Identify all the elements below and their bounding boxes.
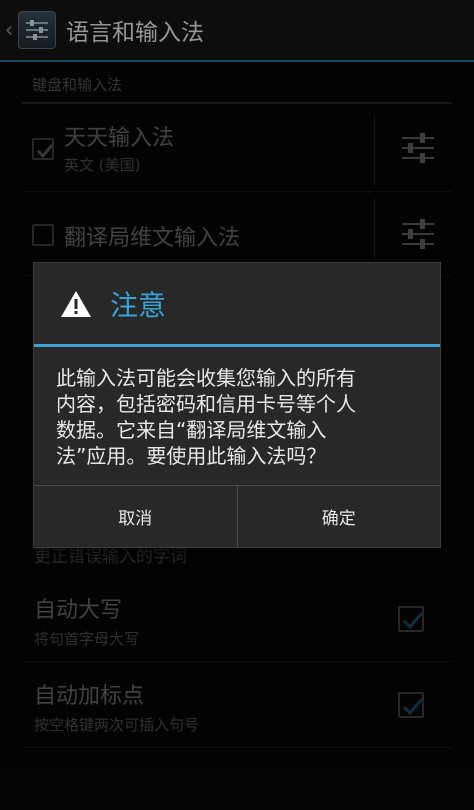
warning-dialog: 注意 此输入法可能会收集您输入的所有 内容，包括密码和信用卡号等个人 数据。它来… (33, 262, 441, 548)
message-line: 法”应用。要使用此输入法吗？ (56, 444, 327, 468)
dialog-title: 注意 (110, 288, 167, 322)
message-line: 数据。它来自“翻译局维文输入 (56, 418, 327, 442)
cancel-button[interactable]: 取消 (34, 486, 237, 547)
dialog-header: 注意 (34, 263, 440, 347)
dialog-buttons: 取消 确定 (34, 485, 440, 547)
ok-button[interactable]: 确定 (236, 486, 441, 547)
message-line: 此输入法可能会收集您输入的所有 (56, 366, 356, 390)
screen: ‹ 语言和输入法 键盘和输入法 天天输入法 英文 (美国) 翻译局维文输入法 更… (0, 0, 474, 810)
dialog-message: 此输入法可能会收集您输入的所有 内容，包括密码和信用卡号等个人 数据。它来自“翻… (34, 347, 440, 484)
warning-icon (61, 290, 91, 317)
message-line: 内容，包括密码和信用卡号等个人 (56, 392, 356, 416)
